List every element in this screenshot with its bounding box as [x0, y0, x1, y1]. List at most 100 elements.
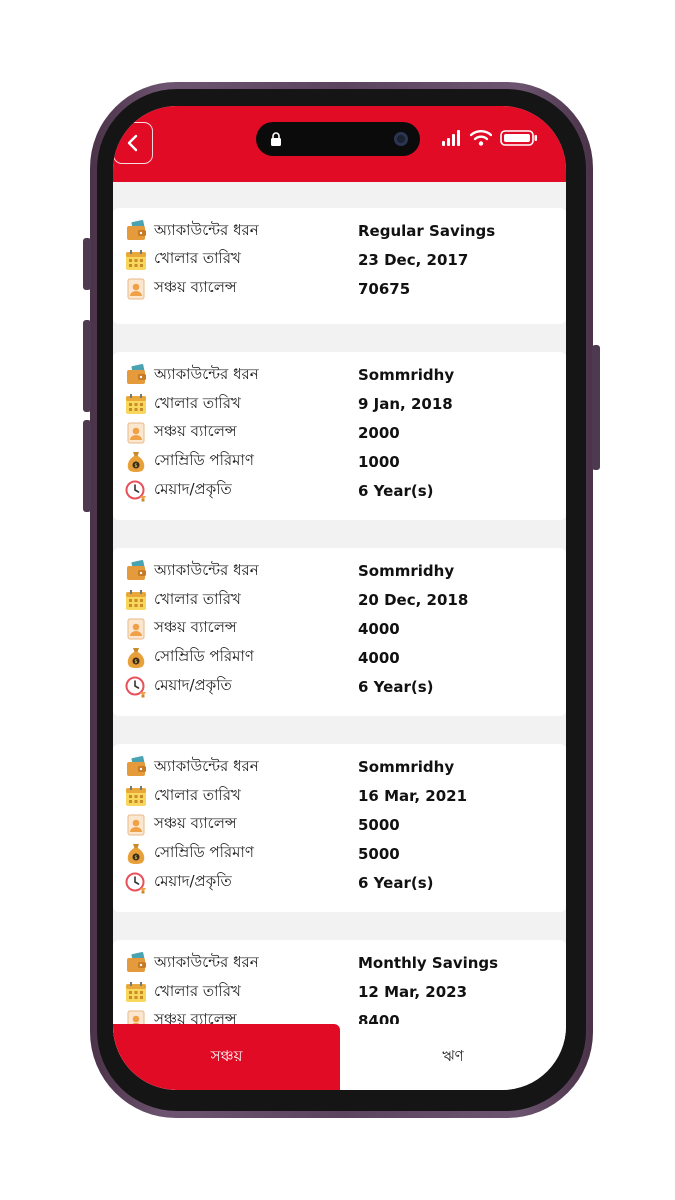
wallet-icon [125, 756, 147, 778]
detail-label: অ্যাকাউন্টের ধরন [154, 220, 259, 239]
tab-savings-label: সঞ্চয় [210, 1046, 243, 1065]
account-detail-row: মেয়াদ/প্রকৃতি 6 Year(s) [125, 869, 555, 897]
detail-value: 5000 [358, 815, 400, 834]
detail-value: 2000 [358, 423, 400, 442]
detail-label: সঞ্চয় ব্যালেন্স [154, 814, 237, 833]
calendar-icon [125, 785, 147, 807]
account-detail-row: খোলার তারিখ 12 Mar, 2023 [125, 978, 555, 1006]
money-bag-icon: $ [125, 843, 147, 865]
detail-label: মেয়াদ/প্রকৃতি [154, 872, 232, 891]
account-detail-row: অ্যাকাউন্টের ধরন Monthly Savings [125, 949, 555, 977]
detail-label: অ্যাকাউন্টের ধরন [154, 952, 259, 971]
detail-value: Regular Savings [358, 222, 496, 240]
app-header [113, 106, 566, 182]
balance-icon [125, 1010, 147, 1024]
detail-value: 9 Jan, 2018 [358, 395, 453, 414]
account-detail-row: $ সোম্রিডি পরিমাণ 5000 [125, 840, 555, 868]
dynamic-island [256, 122, 420, 156]
detail-value: 6 Year(s) [358, 677, 434, 696]
detail-value: 8400 [358, 1011, 400, 1024]
account-card[interactable]: অ্যাকাউন্টের ধরন Sommridhy খোলার তারিখ 9 Ja… [113, 352, 566, 521]
detail-value: 5000 [358, 844, 400, 863]
balance-icon [125, 422, 147, 444]
back-button[interactable] [113, 122, 153, 164]
account-detail-row: মেয়াদ/প্রকৃতি 6 Year(s) [125, 477, 555, 505]
detail-label: সোম্রিডি পরিমাণ [154, 843, 254, 862]
detail-label: মেয়াদ/প্রকৃতি [154, 480, 232, 499]
detail-value: 1000 [358, 452, 400, 471]
account-detail-row: সঞ্চয় ব্যালেন্স 8400 [125, 1007, 555, 1024]
svg-text:$: $ [134, 463, 137, 469]
detail-label: অ্যাকাউন্টের ধরন [154, 560, 259, 579]
detail-label: সঞ্চয় ব্যালেন্স [154, 278, 237, 297]
wallet-icon [125, 560, 147, 582]
battery-icon [500, 130, 537, 146]
svg-text:$: $ [134, 855, 137, 861]
account-detail-row: খোলার তারিখ 16 Mar, 2021 [125, 782, 555, 810]
account-detail-row: সঞ্চয় ব্যালেন্স 70675 [125, 275, 555, 303]
account-detail-row: $ সোম্রিডি পরিমাণ 1000 [125, 448, 555, 476]
detail-label: অ্যাকাউন্টের ধরন [154, 756, 259, 775]
camera-icon [394, 132, 408, 146]
detail-label: সোম্রিডি পরিমাণ [154, 647, 254, 666]
detail-label: সঞ্চয় ব্যালেন্স [154, 1010, 237, 1024]
wifi-icon [470, 130, 492, 146]
detail-label: খোলার তারিখ [154, 981, 241, 1000]
detail-value: Sommridhy [358, 758, 455, 777]
account-detail-row: খোলার তারিখ 9 Jan, 2018 [125, 390, 555, 418]
balance-icon [125, 278, 147, 300]
detail-value: 6 Year(s) [358, 481, 434, 500]
calendar-icon [125, 393, 147, 415]
silent-switch [83, 238, 91, 290]
wallet-icon [125, 952, 147, 974]
tab-loan-label: ঋণ [442, 1046, 464, 1065]
account-detail-row: অ্যাকাউন্টের ধরন Sommridhy [125, 361, 555, 389]
bottom-tab-bar: সঞ্চয় ঋণ [113, 1024, 566, 1090]
detail-value: 23 Dec, 2017 [358, 250, 469, 269]
account-card[interactable]: অ্যাকাউন্টের ধরন Regular Savings খোলার তার… [113, 208, 566, 325]
balance-icon [125, 814, 147, 836]
power-button [592, 345, 600, 470]
volume-down-button [83, 420, 91, 512]
tab-savings[interactable]: সঞ্চয় [113, 1024, 340, 1090]
detail-label: অ্যাকাউন্টের ধরন [154, 364, 259, 383]
account-detail-row: সঞ্চয় ব্যালেন্স 2000 [125, 419, 555, 447]
detail-label: সঞ্চয় ব্যালেন্স [154, 618, 237, 637]
account-detail-row: $ সোম্রিডি পরিমাণ 4000 [125, 644, 555, 672]
detail-value: 20 Dec, 2018 [358, 591, 469, 610]
money-bag-icon: $ [125, 647, 147, 669]
signal-icon [442, 130, 460, 146]
status-bar-icons [442, 130, 538, 146]
clock-icon [125, 872, 147, 894]
money-bag-icon: $ [125, 451, 147, 473]
detail-value: 6 Year(s) [358, 873, 434, 892]
account-detail-row: অ্যাকাউন্টের ধরন Sommridhy [125, 557, 555, 585]
detail-value: Sommridhy [358, 562, 455, 581]
calendar-icon [125, 589, 147, 611]
account-card[interactable]: অ্যাকাউন্টের ধরন Monthly Savings খোলার তার… [113, 940, 566, 1024]
balance-icon [125, 618, 147, 640]
tab-loan[interactable]: ঋণ [340, 1024, 566, 1090]
detail-label: সোম্রিডি পরিমাণ [154, 451, 254, 470]
account-detail-row: খোলার তারিখ 23 Dec, 2017 [125, 246, 555, 274]
detail-label: খোলার তারিখ [154, 785, 241, 804]
account-card[interactable]: অ্যাকাউন্টের ধরন Sommridhy খোলার তারিখ 20 D… [113, 548, 566, 717]
account-detail-row: অ্যাকাউন্টের ধরন Sommridhy [125, 753, 555, 781]
accounts-list[interactable]: অ্যাকাউন্টের ধরন Regular Savings খোলার তার… [113, 182, 566, 1024]
calendar-icon [125, 249, 147, 271]
detail-value: Monthly Savings [358, 954, 499, 973]
account-detail-row: অ্যাকাউন্টের ধরন Regular Savings [125, 217, 555, 245]
account-detail-row: খোলার তারিখ 20 Dec, 2018 [125, 586, 555, 614]
detail-label: খোলার তারিখ [154, 589, 241, 608]
calendar-icon [125, 981, 147, 1003]
wallet-icon [125, 364, 147, 386]
detail-value: 12 Mar, 2023 [358, 983, 468, 1002]
svg-text:$: $ [134, 659, 137, 665]
detail-label: খোলার তারিখ [154, 249, 241, 268]
volume-up-button [83, 320, 91, 412]
detail-value: 16 Mar, 2021 [358, 787, 468, 806]
detail-value: 4000 [358, 648, 400, 667]
account-card[interactable]: অ্যাকাউন্টের ধরন Sommridhy খোলার তারিখ 16 M… [113, 744, 566, 913]
account-detail-row: মেয়াদ/প্রকৃতি 6 Year(s) [125, 673, 555, 701]
lock-icon [271, 132, 281, 146]
